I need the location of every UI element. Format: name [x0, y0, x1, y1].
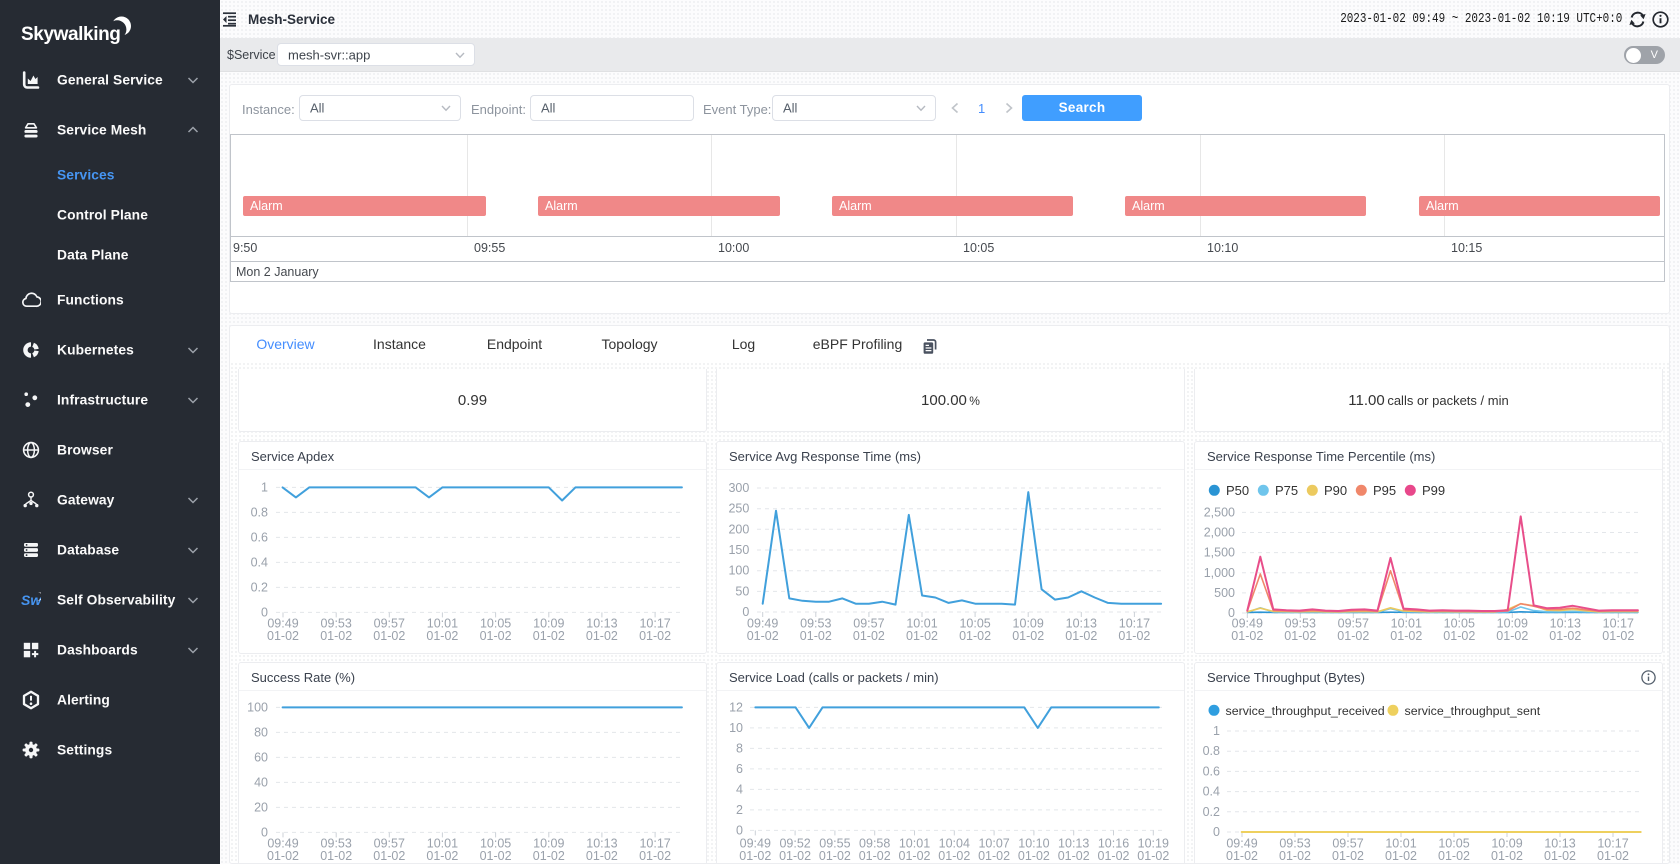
svg-text:01-02: 01-02	[1337, 629, 1369, 643]
svg-text:service_throughput_sent: service_throughput_sent	[1405, 704, 1541, 718]
svg-text:250: 250	[728, 502, 749, 516]
svg-text:01-02: 01-02	[586, 629, 618, 643]
svg-text:01-02: 01-02	[533, 849, 565, 863]
svg-text:01-02: 01-02	[480, 629, 512, 643]
svg-text:0.6: 0.6	[1203, 764, 1220, 778]
svg-text:1: 1	[1213, 724, 1220, 738]
svg-text:01-02: 01-02	[320, 849, 352, 863]
svg-text:100: 100	[728, 564, 749, 578]
svg-text:10: 10	[729, 721, 743, 735]
svg-text:01-02: 01-02	[1385, 849, 1417, 863]
svg-text:01-02: 01-02	[1012, 629, 1044, 643]
svg-text:01-02: 01-02	[1602, 629, 1634, 643]
svg-text:60: 60	[254, 750, 268, 764]
svg-text:01-02: 01-02	[639, 849, 671, 863]
svg-text:01-02: 01-02	[1443, 629, 1475, 643]
svg-text:01-02: 01-02	[586, 849, 618, 863]
svg-text:0: 0	[1213, 825, 1220, 839]
svg-text:01-02: 01-02	[267, 629, 299, 643]
svg-text:01-02: 01-02	[1284, 629, 1316, 643]
svg-text:0.4: 0.4	[251, 555, 268, 569]
svg-text:0.8: 0.8	[1203, 744, 1220, 758]
svg-text:01-02: 01-02	[1231, 629, 1263, 643]
svg-text:4: 4	[736, 782, 743, 796]
svg-text:01-02: 01-02	[1332, 849, 1364, 863]
svg-text:2,500: 2,500	[1204, 505, 1235, 519]
svg-text:01-02: 01-02	[480, 849, 512, 863]
svg-text:01-02: 01-02	[1065, 629, 1097, 643]
svg-text:01-02: 01-02	[1438, 849, 1470, 863]
svg-text:01-02: 01-02	[1279, 849, 1311, 863]
svg-text:01-02: 01-02	[978, 849, 1010, 863]
svg-text:01-02: 01-02	[1118, 629, 1150, 643]
svg-text:P75: P75	[1275, 483, 1298, 498]
svg-text:01-02: 01-02	[906, 629, 938, 643]
svg-text:1: 1	[261, 480, 268, 494]
svg-text:01-02: 01-02	[800, 629, 832, 643]
svg-text:1,000: 1,000	[1204, 566, 1235, 580]
svg-text:300: 300	[728, 481, 749, 495]
svg-text:01-02: 01-02	[959, 629, 991, 643]
svg-text:2,000: 2,000	[1204, 526, 1235, 540]
svg-text:01-02: 01-02	[267, 849, 299, 863]
svg-text:0.8: 0.8	[251, 505, 268, 519]
svg-text:6: 6	[736, 762, 743, 776]
svg-text:service_throughput_received: service_throughput_received	[1226, 704, 1385, 718]
svg-text:01-02: 01-02	[739, 849, 771, 863]
svg-text:40: 40	[254, 775, 268, 789]
svg-text:P95: P95	[1373, 483, 1396, 498]
svg-text:01-02: 01-02	[1544, 849, 1576, 863]
svg-text:80: 80	[254, 725, 268, 739]
svg-text:01-02: 01-02	[639, 629, 671, 643]
svg-text:01-02: 01-02	[1226, 849, 1258, 863]
svg-text:01-02: 01-02	[1058, 849, 1090, 863]
svg-text:01-02: 01-02	[859, 849, 891, 863]
svg-text:01-02: 01-02	[1491, 849, 1523, 863]
svg-text:8: 8	[736, 741, 743, 755]
svg-text:01-02: 01-02	[779, 849, 811, 863]
svg-text:500: 500	[1214, 586, 1235, 600]
svg-text:P50: P50	[1226, 483, 1249, 498]
svg-text:Skywalking: Skywalking	[21, 24, 121, 45]
svg-text:01-02: 01-02	[426, 849, 458, 863]
svg-text:01-02: 01-02	[747, 629, 779, 643]
svg-text:01-02: 01-02	[533, 629, 565, 643]
svg-text:Sw: Sw	[21, 592, 41, 608]
svg-text:01-02: 01-02	[373, 849, 405, 863]
svg-text:50: 50	[735, 584, 749, 598]
svg-text:200: 200	[728, 522, 749, 536]
svg-text:100: 100	[247, 700, 268, 714]
svg-text:150: 150	[728, 543, 749, 557]
svg-text:01-02: 01-02	[1597, 849, 1629, 863]
svg-text:20: 20	[254, 800, 268, 814]
svg-text:1,500: 1,500	[1204, 546, 1235, 560]
svg-text:01-02: 01-02	[1137, 849, 1169, 863]
svg-text:01-02: 01-02	[320, 629, 352, 643]
svg-text:2: 2	[736, 803, 743, 817]
svg-text:01-02: 01-02	[426, 629, 458, 643]
svg-text:0.2: 0.2	[1203, 805, 1220, 819]
svg-text:01-02: 01-02	[1098, 849, 1130, 863]
svg-text:01-02: 01-02	[1018, 849, 1050, 863]
svg-text:01-02: 01-02	[819, 849, 851, 863]
svg-text:01-02: 01-02	[1390, 629, 1422, 643]
svg-text:01-02: 01-02	[853, 629, 885, 643]
svg-text:0.2: 0.2	[251, 580, 268, 594]
svg-text:P90: P90	[1324, 483, 1347, 498]
svg-text:01-02: 01-02	[373, 629, 405, 643]
svg-text:12: 12	[729, 700, 743, 714]
svg-text:01-02: 01-02	[1549, 629, 1581, 643]
svg-text:0.4: 0.4	[1203, 785, 1220, 799]
svg-text:0.6: 0.6	[251, 530, 268, 544]
svg-text:01-02: 01-02	[899, 849, 931, 863]
svg-text:P99: P99	[1422, 483, 1445, 498]
svg-text:0: 0	[736, 823, 743, 837]
svg-text:01-02: 01-02	[1496, 629, 1528, 643]
svg-text:01-02: 01-02	[938, 849, 970, 863]
